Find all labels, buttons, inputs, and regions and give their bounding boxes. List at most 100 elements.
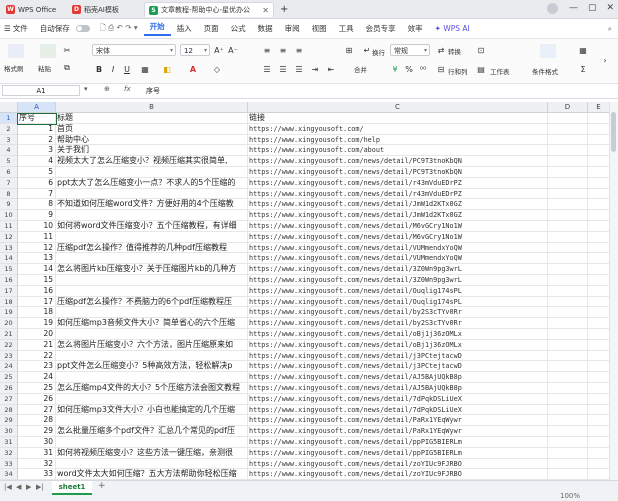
cell-d[interactable] [548, 145, 588, 157]
cell-e[interactable] [588, 188, 610, 200]
cell-b[interactable]: 怎么压缩mp4文件的大小？5个压缩方法会图文教程 [56, 383, 248, 394]
row-header[interactable]: 14 [0, 253, 18, 265]
row-header[interactable]: 11 [0, 221, 18, 232]
cell-a[interactable]: 9 [18, 210, 56, 221]
cell-a[interactable]: 28 [18, 415, 56, 427]
cell-d[interactable] [548, 458, 588, 470]
cut-icon[interactable]: ✂ [62, 45, 72, 55]
cell-d[interactable] [548, 123, 588, 135]
select-all-corner[interactable] [0, 102, 18, 113]
cell-b[interactable]: 不知道如何压缩word文件？方便好用的4个压缩教 [56, 199, 248, 211]
conditional-format-button[interactable]: 条件格式 [532, 66, 558, 76]
cell-e[interactable] [588, 231, 610, 243]
row-col-icon[interactable]: ⊟ [436, 64, 446, 74]
toolbar-quick-icons[interactable]: 🗋 ⎙ ↶ ↷ ▾ [94, 22, 144, 35]
font-size-select[interactable]: 12 ▾ [180, 44, 210, 56]
row-header[interactable]: 25 [0, 372, 18, 383]
clear-format-icon[interactable]: ◇ [212, 64, 222, 74]
cell-d[interactable] [548, 415, 588, 427]
sum-icon[interactable]: Σ [578, 64, 588, 74]
row-header[interactable]: 12 [0, 231, 18, 243]
cell-e[interactable] [588, 275, 610, 286]
cell-e[interactable] [588, 469, 610, 480]
merge-icon[interactable]: ⊞ [344, 45, 354, 55]
cell-d[interactable] [548, 264, 588, 275]
cell-c[interactable]: https://www.xingyousoft.com/news/detail/… [248, 393, 548, 405]
cell-d[interactable] [548, 426, 588, 437]
cell-b[interactable]: 怎么将图片kb压缩变小？关于压缩图片kb的几种方 [56, 264, 248, 275]
cell-c[interactable]: https://www.xingyousoft.com/help [248, 134, 548, 146]
cell-b[interactable]: 帮助中心 [56, 134, 248, 146]
cell-b[interactable] [56, 210, 248, 221]
cell-c[interactable]: https://www.xingyousoft.com/news/detail/… [248, 469, 548, 480]
cell-d[interactable] [548, 437, 588, 448]
cell-e[interactable] [588, 329, 610, 340]
cell-a[interactable]: 26 [18, 393, 56, 405]
row-header[interactable]: 15 [0, 264, 18, 275]
tab-wps-office[interactable]: W WPS Office [2, 2, 64, 17]
wps-ai-button[interactable]: ✦ WPS AI [429, 24, 476, 33]
row-header[interactable]: 16 [0, 275, 18, 286]
cell-d[interactable] [548, 296, 588, 308]
cell-b[interactable]: word文件太大如何压缩？五大方法帮助你轻松压缩 [56, 469, 248, 480]
row-header[interactable]: 22 [0, 339, 18, 351]
row-header[interactable]: 28 [0, 404, 18, 416]
cell-d[interactable] [548, 167, 588, 178]
cell-b[interactable] [56, 285, 248, 297]
cell-a[interactable]: 25 [18, 383, 56, 394]
menu-file[interactable]: 文件 [13, 23, 34, 34]
cell-c[interactable]: https://www.xingyousoft.com/news/detail/… [248, 188, 548, 200]
hamburger-menu-icon[interactable]: ☰ [0, 24, 13, 33]
cell-c[interactable]: https://www.xingyousoft.com/about [248, 145, 548, 157]
align-center-icon[interactable]: ☰ [278, 64, 288, 74]
row-header[interactable]: 8 [0, 188, 18, 200]
cell-b[interactable] [56, 253, 248, 265]
cell-a[interactable]: 6 [18, 177, 56, 189]
cell-d[interactable] [548, 253, 588, 265]
row-header[interactable]: 29 [0, 415, 18, 427]
cell-a[interactable]: 14 [18, 264, 56, 275]
outdent-icon[interactable]: ⇤ [326, 64, 336, 74]
sheet-tab-sheet1[interactable]: sheet1 [52, 481, 92, 495]
row-header[interactable]: 20 [0, 318, 18, 329]
search-icon[interactable]: ⌕ [602, 24, 618, 34]
font-grow-icon[interactable]: A⁺ [214, 45, 224, 55]
cell-e[interactable] [588, 221, 610, 232]
menu-home[interactable]: 开始 [143, 21, 171, 36]
cell-a[interactable]: 24 [18, 372, 56, 383]
wrap-button[interactable]: 换行 [372, 47, 385, 57]
currency-icon[interactable]: ¥ [390, 64, 400, 74]
cell-b[interactable]: 视频太大了怎么压缩变小？视频压缩其实很简单, [56, 156, 248, 167]
indent-icon[interactable]: ⇥ [310, 64, 320, 74]
underline-button[interactable]: U [122, 64, 132, 74]
cell-d[interactable] [548, 285, 588, 297]
format-painter-label[interactable]: 格式刷 [4, 63, 24, 73]
cell-e[interactable] [588, 372, 610, 383]
cell-e[interactable] [588, 177, 610, 189]
row-header[interactable]: 21 [0, 329, 18, 340]
merge-button[interactable]: 合并 [354, 64, 367, 74]
cell-d[interactable] [548, 210, 588, 221]
cell-a[interactable]: 2 [18, 134, 56, 146]
cell-b[interactable] [56, 458, 248, 470]
column-header-c[interactable]: C [248, 102, 548, 113]
cell-d[interactable] [548, 188, 588, 200]
cell-d[interactable] [548, 393, 588, 405]
cell-b[interactable]: ppt太大了怎么压缩变小一点？不求人的5个压缩的 [56, 177, 248, 189]
row-header[interactable]: 19 [0, 307, 18, 319]
cell-b[interactable] [56, 415, 248, 427]
row-header[interactable]: 9 [0, 199, 18, 211]
convert-icon[interactable]: ⇄ [436, 45, 446, 55]
cell-a[interactable]: 31 [18, 447, 56, 459]
scrollbar-thumb[interactable] [611, 112, 616, 152]
cell-a[interactable]: 19 [18, 318, 56, 329]
cell-d[interactable] [548, 404, 588, 416]
row-header[interactable]: 34 [0, 469, 18, 480]
cell-e[interactable] [588, 296, 610, 308]
row-header[interactable]: 2 [0, 123, 18, 135]
font-name-select[interactable]: 宋体 ▾ [92, 44, 176, 56]
cell-e[interactable] [588, 264, 610, 275]
cell-e[interactable] [588, 199, 610, 211]
cell-c[interactable]: https://www.xingyousoft.com/news/detail/… [248, 372, 548, 383]
cell-a[interactable]: 11 [18, 231, 56, 243]
